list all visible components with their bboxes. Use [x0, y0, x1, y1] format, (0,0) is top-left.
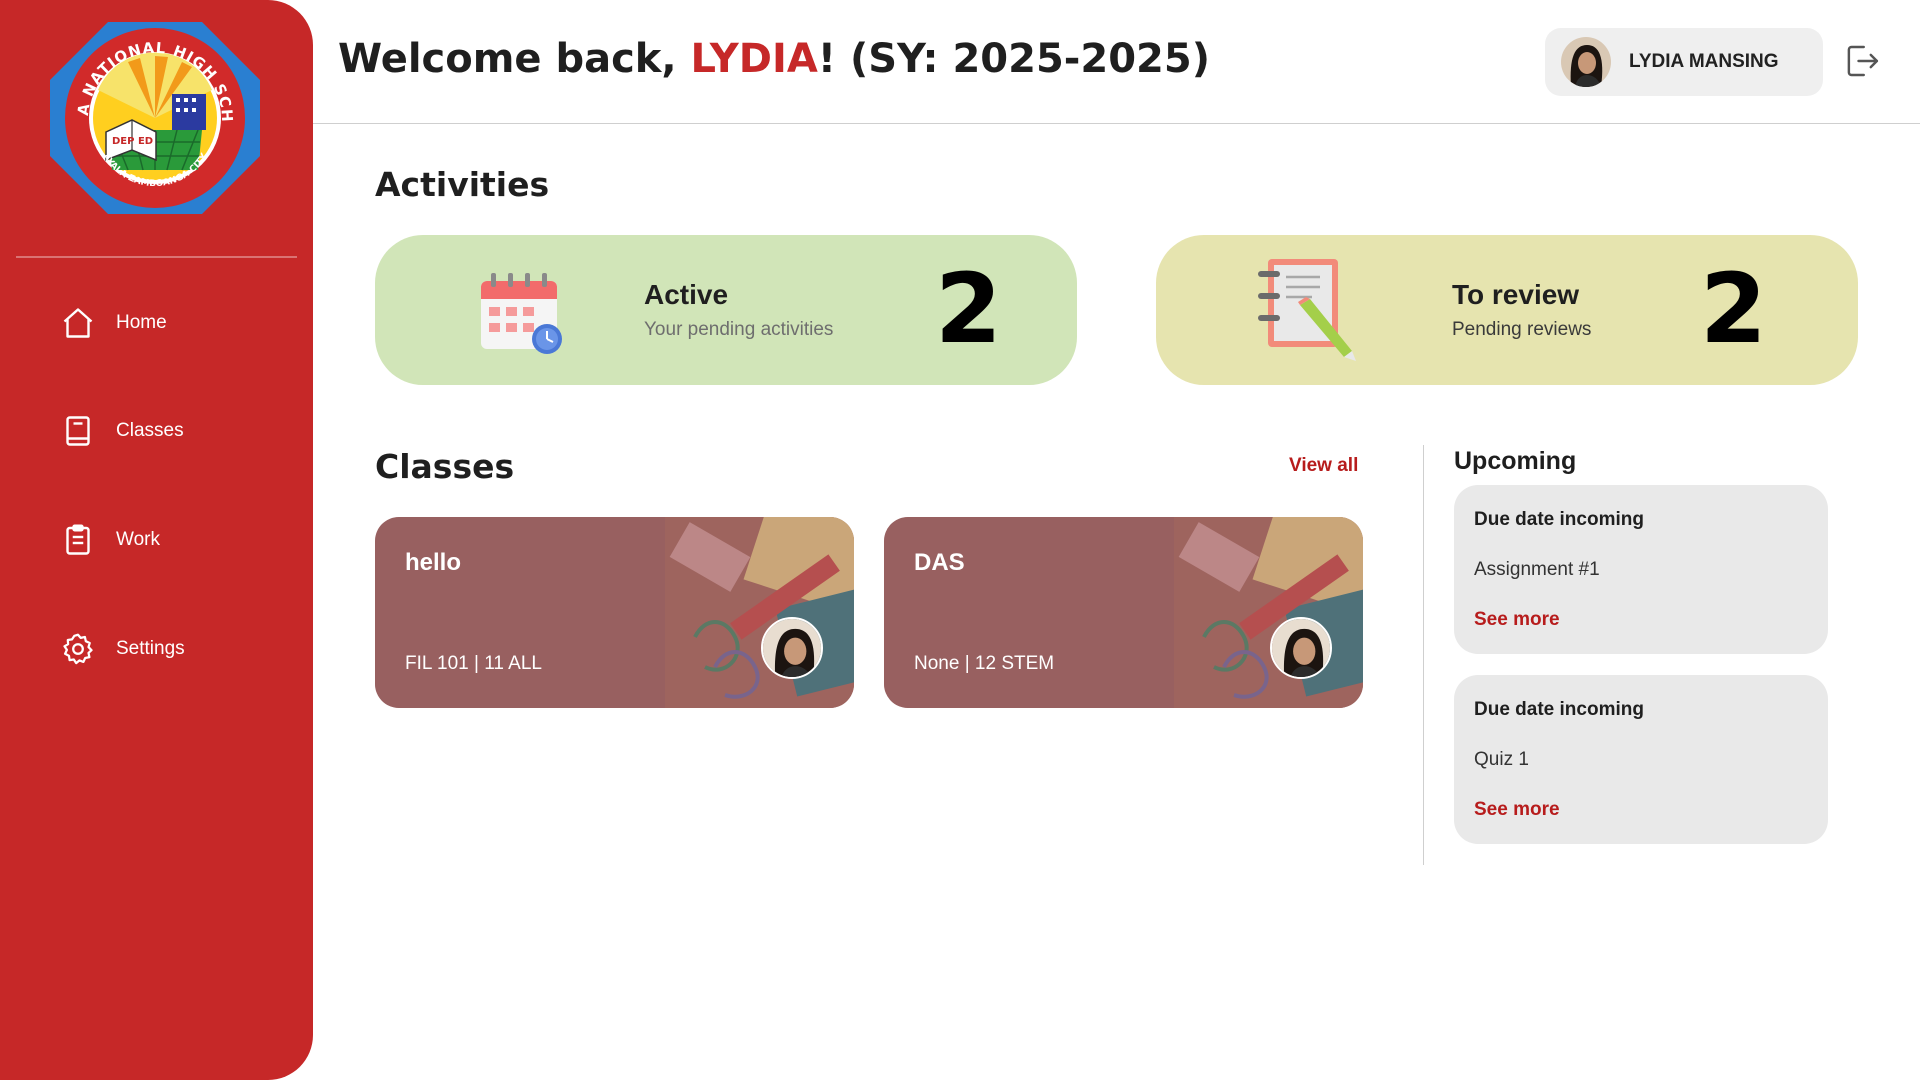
sidebar: DEP ED AYALA NATIONAL HIGH SCHOOL AYALA … [0, 0, 313, 1080]
top-header: Welcome back, LYDIA! (SY: 2025-2025) LYD… [313, 0, 1920, 124]
classes-title: Classes [375, 447, 515, 486]
user-name: LYDIA MANSING [1629, 51, 1779, 72]
school-logo: DEP ED AYALA NATIONAL HIGH SCHOOL AYALA … [48, 20, 260, 214]
class-cover-image [375, 517, 854, 708]
upcoming-name: Assignment #1 [1474, 559, 1600, 580]
logout-icon[interactable] [1841, 40, 1883, 82]
home-icon [60, 305, 96, 341]
upcoming-title: Upcoming [1454, 447, 1577, 475]
class-details: None | 12 STEM [914, 653, 1055, 674]
welcome-suffix: ! (SY: 2025-2025) [817, 36, 1211, 82]
class-card-hello[interactable]: hello FIL 101 | 11 ALL [375, 517, 854, 708]
sidebar-item-label: Home [116, 312, 167, 333]
sidebar-divider [16, 256, 297, 258]
see-more-link[interactable]: See more [1474, 609, 1560, 631]
class-name: hello [405, 549, 462, 576]
avatar [1561, 37, 1611, 87]
class-card-das[interactable]: DAS None | 12 STEM [884, 517, 1363, 708]
activities-title: Activities [375, 165, 550, 204]
class-details: FIL 101 | 11 ALL [405, 653, 542, 674]
avatar [761, 617, 823, 679]
sidebar-item-settings[interactable]: Settings [60, 627, 280, 671]
view-all-link[interactable]: View all [1289, 455, 1358, 477]
welcome-prefix: Welcome back, [338, 36, 691, 82]
sidebar-item-work[interactable]: Work [60, 518, 280, 562]
to-review-card[interactable]: To review Pending reviews 2 [1156, 235, 1858, 385]
upcoming-heading: Due date incoming [1474, 509, 1644, 530]
section-divider [1423, 445, 1424, 865]
notebook-pencil-icon [1248, 253, 1358, 363]
avatar [1270, 617, 1332, 679]
active-card-subtitle: Your pending activities [644, 319, 834, 340]
upcoming-item: Due date incoming Quiz 1 See more [1454, 675, 1828, 844]
class-cover-image [884, 517, 1363, 708]
upcoming-name: Quiz 1 [1474, 749, 1529, 770]
page-title: Welcome back, LYDIA! (SY: 2025-2025) [338, 36, 1210, 82]
logo-book-text: DEP ED [112, 136, 153, 147]
gear-icon [60, 631, 96, 667]
welcome-name: LYDIA [690, 36, 818, 82]
book-icon [60, 413, 96, 449]
active-card-count: 2 [935, 253, 1002, 365]
see-more-link[interactable]: See more [1474, 799, 1560, 821]
sidebar-item-home[interactable]: Home [60, 301, 280, 345]
review-card-subtitle: Pending reviews [1452, 319, 1592, 340]
calendar-clock-icon [461, 255, 571, 365]
active-activities-card[interactable]: Active Your pending activities 2 [375, 235, 1077, 385]
clipboard-icon [60, 522, 96, 558]
review-card-count: 2 [1700, 253, 1767, 365]
sidebar-item-classes[interactable]: Classes [60, 409, 280, 453]
active-card-title: Active [644, 279, 729, 310]
review-card-title: To review [1452, 279, 1580, 310]
sidebar-item-label: Settings [116, 638, 185, 659]
sidebar-item-label: Classes [116, 420, 184, 441]
upcoming-heading: Due date incoming [1474, 699, 1644, 720]
sidebar-item-label: Work [116, 529, 160, 550]
upcoming-item: Due date incoming Assignment #1 See more [1454, 485, 1828, 654]
user-profile-button[interactable]: LYDIA MANSING [1545, 28, 1823, 96]
class-name: DAS [914, 549, 965, 576]
